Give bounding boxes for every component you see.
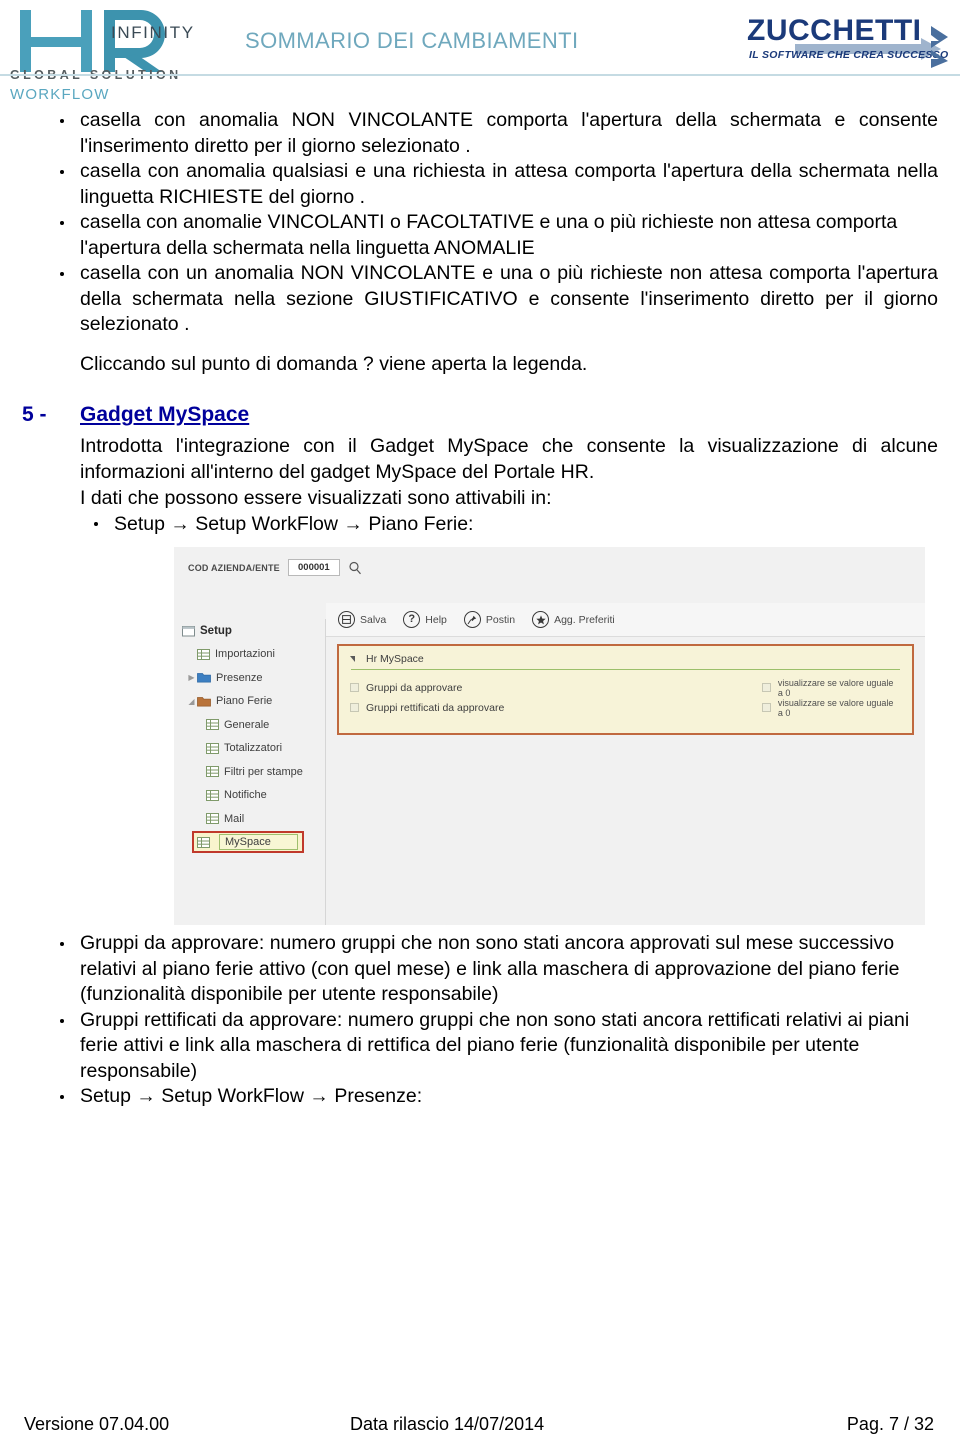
list-item: casella con un anomalia NON VINCOLANTE e…: [22, 261, 938, 338]
help-label: Help: [425, 613, 447, 626]
tree-label: Totalizzatori: [224, 742, 283, 755]
chevron-down-icon[interactable]: ◢: [186, 697, 197, 706]
header-divider: [0, 74, 960, 76]
footer-page-number: Pag. 7 / 32: [846, 1414, 934, 1434]
section-paragraph-1: Introdotta l'integrazione con il Gadget …: [80, 435, 938, 483]
app-sidebar-tree: Setup Importazioni ▶ Presenze ◢ Piano Fe…: [174, 619, 326, 925]
row-option: visualizzare se valore uguale a 0: [761, 697, 900, 718]
section-number: 5 -: [22, 403, 47, 426]
page-title[interactable]: Gadget MySpace: [80, 403, 249, 427]
path-bullet-list: Setup → Setup WorkFlow → Piano Ferie:: [22, 511, 938, 537]
tree-label: Presenze: [216, 671, 263, 684]
zucchetti-logo: ZUCCHETTI IL SOFTWARE CHE CREA SUCCESSO: [745, 10, 950, 68]
row-option: visualizzare se valore uguale a 0: [761, 677, 900, 698]
grid-icon: [206, 742, 219, 754]
add-favorites-button[interactable]: Agg. Preferiti: [532, 611, 615, 628]
footer-version: Versione 07.04.00: [24, 1414, 170, 1434]
list-item: Gruppi da approvare: numero gruppi che n…: [22, 931, 938, 1008]
tree-label: MySpace: [219, 834, 298, 851]
cod-azienda-row: COD AZIENDA/ENTE 000001: [188, 559, 362, 576]
list-item: Setup → Setup WorkFlow → Piano Ferie:: [22, 511, 938, 537]
collapse-triangle-icon[interactable]: [350, 656, 355, 662]
grid-icon: [197, 648, 210, 660]
embedded-app-screenshot: COD AZIENDA/ENTE 000001 Salva ? Help Pos…: [174, 543, 925, 925]
panel-row: Gruppi rettificati da approvare visualiz…: [350, 697, 900, 718]
section-heading: 5 - Gadget MySpace: [22, 403, 938, 427]
document-content: casella con anomalia NON VINCOLANTE comp…: [0, 108, 960, 1110]
tree-label: Setup: [200, 624, 232, 637]
grid-icon: [206, 766, 219, 778]
save-icon: [338, 611, 355, 628]
tree-item-importazioni[interactable]: Importazioni: [174, 643, 325, 667]
legend-note: Cliccando sul punto di domanda ? viene a…: [80, 352, 588, 375]
tree-item-myspace[interactable]: MySpace: [174, 831, 325, 855]
section-paragraph-2: I dati che possono essere visualizzati s…: [80, 487, 552, 509]
folder-open-icon: [197, 696, 211, 707]
top-bullet-list: casella con anomalia NON VINCOLANTE comp…: [22, 108, 938, 338]
app-toolbar: Salva ? Help Postin Agg. Preferiti: [326, 603, 925, 637]
add-favorites-label: Agg. Preferiti: [554, 613, 615, 626]
cod-azienda-input[interactable]: 000001: [287, 559, 340, 576]
tree-item-filtri-per-stampe[interactable]: Filtri per stampe: [174, 760, 325, 784]
svg-text:ZUCCHETTI: ZUCCHETTI: [747, 14, 921, 47]
tree-item-mail[interactable]: Mail: [174, 807, 325, 831]
magnifier-icon[interactable]: [348, 561, 362, 575]
save-button[interactable]: Salva: [338, 611, 386, 628]
help-button[interactable]: ? Help: [403, 611, 447, 628]
checkbox-gruppi-da-approvare[interactable]: [350, 683, 359, 692]
list-item: Gruppi rettificati da approvare: numero …: [22, 1008, 938, 1085]
grid-icon: [197, 836, 210, 848]
row-option-label: visualizzare se valore uguale a 0: [777, 697, 894, 718]
tree-item-piano-ferie[interactable]: ◢ Piano Ferie: [174, 690, 325, 714]
tree-item-presenze[interactable]: ▶ Presenze: [174, 666, 325, 690]
grid-icon: [206, 813, 219, 825]
folder-icon: [197, 672, 211, 683]
panel-rows: Gruppi da approvare visualizzare se valo…: [339, 670, 912, 718]
checkbox-visualizzare-zero[interactable]: [761, 703, 771, 712]
row-label: Gruppi rettificati da approvare: [366, 701, 505, 714]
pin-icon: [463, 611, 481, 628]
row-option-label: visualizzare se valore uguale a 0: [777, 677, 894, 698]
tree-label: Piano Ferie: [216, 695, 273, 708]
tree-item-notifiche[interactable]: Notifiche: [174, 784, 325, 808]
screenshot-top-strip: [174, 543, 925, 547]
tree-item-setup[interactable]: Setup: [174, 619, 325, 643]
cod-azienda-label: COD AZIENDA/ENTE: [188, 562, 280, 573]
logo-workflow: WORKFLOW: [10, 86, 110, 103]
star-icon: [532, 611, 550, 628]
setup-icon: [182, 624, 195, 637]
tree-label: Mail: [224, 812, 245, 825]
help-icon: ?: [403, 611, 421, 628]
save-label: Salva: [360, 613, 387, 626]
list-item: casella con anomalia NON VINCOLANTE comp…: [22, 108, 938, 159]
document-header-title: SOMMARIO DEI CAMBIAMENTI: [245, 28, 579, 53]
bottom-bullet-list: Gruppi da approvare: numero gruppi che n…: [22, 931, 938, 1110]
tree-item-totalizzatori[interactable]: Totalizzatori: [174, 737, 325, 761]
list-item: Setup → Setup WorkFlow → Presenze:: [22, 1084, 938, 1110]
checkbox-gruppi-rettificati-da-approvare[interactable]: [350, 703, 359, 712]
list-item: casella con anomalia qualsiasi e una ric…: [22, 159, 938, 210]
tree-label: Importazioni: [215, 648, 275, 661]
tree-label: Filtri per stampe: [224, 765, 303, 778]
selection-highlight: MySpace: [192, 831, 304, 854]
chevron-right-icon[interactable]: ▶: [186, 673, 197, 682]
grid-icon: [206, 789, 219, 801]
postin-button[interactable]: Postin: [463, 611, 516, 628]
panel-header[interactable]: Hr MySpace: [339, 646, 912, 669]
footer-release-date: Data rilascio 14/07/2014: [350, 1414, 545, 1434]
panel-title: Hr MySpace: [366, 653, 424, 665]
panel-row: Gruppi da approvare visualizzare se valo…: [350, 677, 900, 698]
row-label: Gruppi da approvare: [366, 681, 463, 694]
tree-item-generale[interactable]: Generale: [174, 713, 325, 737]
tree-label: Generale: [224, 718, 270, 731]
tree-label: Notifiche: [224, 789, 267, 802]
list-item: casella con anomalie VINCOLANTI o FACOLT…: [22, 210, 938, 261]
grid-icon: [206, 719, 219, 731]
page-header: INFINITY GLOBAL SOLUTION WORKFLOW SOMMAR…: [0, 0, 960, 108]
svg-text:IL SOFTWARE CHE CREA SUCCESSO: IL SOFTWARE CHE CREA SUCCESSO: [749, 49, 948, 61]
checkbox-visualizzare-zero[interactable]: [761, 683, 771, 692]
hr-myspace-panel: Hr MySpace Gruppi da approvare visualizz…: [337, 644, 914, 735]
postin-label: Postin: [485, 613, 516, 626]
svg-text:INFINITY: INFINITY: [111, 23, 195, 42]
